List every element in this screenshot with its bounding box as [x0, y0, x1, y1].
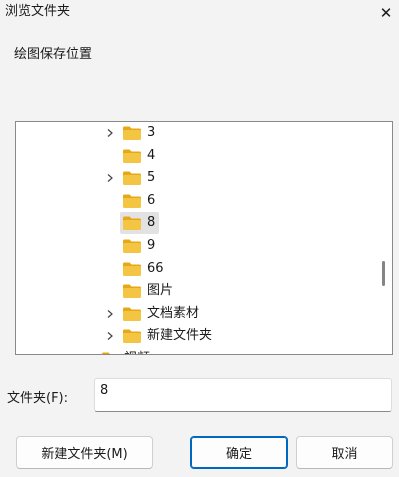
tree-item-label: 4	[147, 147, 156, 163]
cancel-button[interactable]: 取消	[296, 436, 393, 469]
folder-icon	[122, 306, 142, 322]
chevron-right-icon[interactable]	[103, 329, 117, 343]
folder-icon	[122, 125, 142, 141]
tree-item[interactable]: 3	[16, 122, 376, 144]
chevron-right-icon[interactable]	[82, 352, 96, 354]
folder-icon	[122, 215, 142, 231]
browse-folder-dialog: 浏览文件夹 ✕ 绘图保存位置 3 4 5 6 8 9 66 图片文档素材新建文件夹视频 文件夹…	[0, 0, 399, 477]
chevron-right-icon[interactable]	[103, 126, 117, 140]
close-icon: ✕	[379, 4, 393, 22]
chevron-right-icon[interactable]	[103, 171, 117, 185]
tree-item[interactable]: 5	[16, 167, 376, 189]
tree-item-label: 9	[147, 238, 156, 253]
tree-item[interactable]: 新建文件夹	[16, 325, 376, 347]
folder-icon	[122, 283, 142, 299]
folder-icon	[122, 328, 142, 344]
tree-item[interactable]: 8	[16, 212, 376, 235]
folder-field-label: 文件夹(F):	[7, 391, 69, 406]
folder-icon	[122, 148, 142, 164]
tree-item-label: 66	[147, 260, 164, 276]
tree-item[interactable]: 视频	[16, 348, 376, 354]
title-bar: 浏览文件夹 ✕	[0, 0, 399, 26]
tree-item-label: 新建文件夹	[147, 328, 213, 344]
tree-item-label: 5	[147, 170, 156, 186]
tree-item-label: 图片	[147, 283, 174, 299]
tree-item[interactable]: 6	[16, 190, 376, 212]
new-folder-button[interactable]: 新建文件夹(M)	[16, 436, 153, 469]
tree-item[interactable]: 66	[16, 258, 376, 280]
folder-icon	[122, 193, 142, 209]
tree-item-label: 文档素材	[147, 305, 200, 321]
window-title: 浏览文件夹	[5, 4, 71, 19]
tree-item[interactable]: 文档素材	[16, 303, 376, 325]
ok-button[interactable]: 确定	[190, 436, 288, 469]
folder-icon	[122, 238, 142, 254]
tree-item-label: 视频	[124, 350, 150, 354]
tree-item[interactable]: 9	[16, 235, 376, 257]
folder-icon	[122, 170, 142, 186]
folder-tree[interactable]: 3 4 5 6 8 9 66 图片文档素材新建文件夹视频	[15, 121, 393, 355]
tree-item-label: 8	[147, 215, 156, 231]
dialog-description: 绘图保存位置	[14, 47, 93, 62]
tree-item[interactable]: 图片	[16, 280, 376, 302]
folder-icon	[101, 351, 121, 354]
tree-item-label: 3	[147, 125, 156, 140]
tree-item[interactable]: 4	[16, 145, 376, 167]
folder-input[interactable]	[94, 378, 392, 412]
scrollbar-thumb[interactable]	[382, 261, 385, 286]
chevron-right-icon[interactable]	[103, 307, 117, 321]
close-button[interactable]: ✕	[373, 0, 399, 26]
vertical-scrollbar[interactable]	[376, 122, 392, 354]
tree-item-label: 6	[147, 192, 156, 208]
folder-icon	[122, 261, 142, 277]
